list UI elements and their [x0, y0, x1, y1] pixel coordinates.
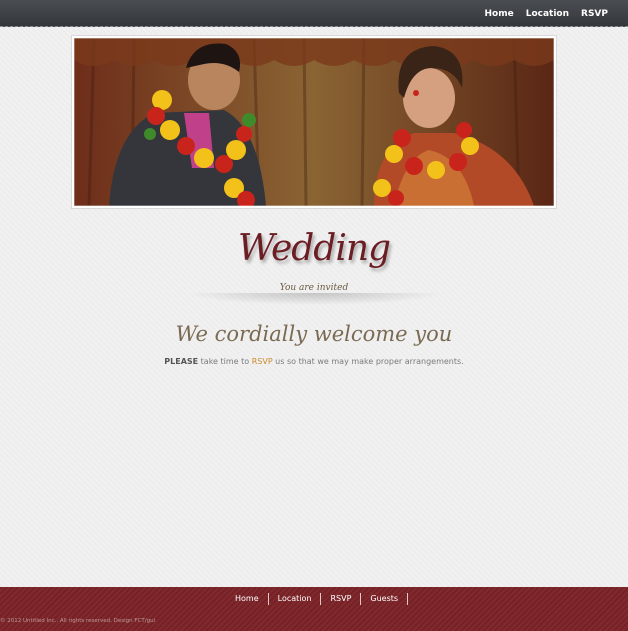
note-text-after: us so that we may make proper arrangemen…	[272, 357, 464, 366]
footer: Home Location RSVP Guests © 2012 Untitle…	[0, 587, 628, 631]
note-please: PLEASE	[164, 357, 199, 366]
rsvp-note: PLEASE take time to RSVP us so that we m…	[0, 357, 628, 366]
nav-link-location[interactable]: Location	[526, 9, 569, 19]
welcome-heading: We cordially welcome you	[175, 322, 453, 346]
note-rsvp-link[interactable]: RSVP	[252, 357, 273, 366]
page-subtitle: You are invited	[279, 283, 349, 293]
nav-link-home[interactable]: Home	[485, 9, 514, 19]
top-navigation-bar: Home Location RSVP	[0, 0, 628, 27]
title-divider-shadow	[184, 293, 444, 305]
footer-nav: Home Location RSVP Guests	[226, 592, 409, 606]
footer-link-home[interactable]: Home	[226, 593, 269, 605]
hero-banner	[71, 35, 557, 209]
footer-link-rsvp[interactable]: RSVP	[321, 593, 362, 605]
wedding-photo-illustration	[74, 38, 554, 206]
top-nav: Home Location RSVP	[485, 0, 609, 27]
footer-link-location[interactable]: Location	[269, 593, 322, 605]
copyright-text: © 2012 Untitled Inc.. All rights reserve…	[0, 618, 156, 624]
note-text-before: take time to	[198, 357, 252, 366]
footer-link-guests[interactable]: Guests	[361, 593, 409, 605]
nav-link-rsvp[interactable]: RSVP	[581, 9, 608, 19]
page-title: Wedding	[237, 228, 391, 269]
wedding-photo	[74, 38, 554, 206]
